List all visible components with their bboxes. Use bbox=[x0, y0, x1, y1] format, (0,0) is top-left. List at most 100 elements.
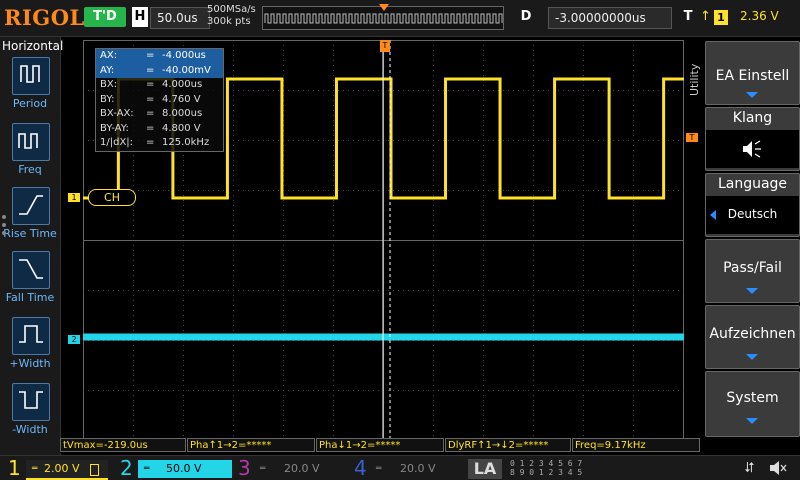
measurement-item[interactable]: DlyRF↑1→↓2=***** bbox=[445, 438, 571, 452]
trigger-level-marker[interactable]: T bbox=[686, 133, 698, 142]
pass-fail-label: Pass/Fail bbox=[723, 260, 782, 276]
overview-trigger-marker bbox=[379, 4, 389, 11]
la-bits-bottom: 8 9 0 1 2 3 4 5 bbox=[510, 468, 583, 477]
measurement-item[interactable]: tVmax=-219.0us bbox=[60, 438, 186, 452]
cursor-value: 125.0kHz bbox=[162, 137, 210, 148]
cursor-value: 4.760 V bbox=[162, 93, 201, 105]
language-value-box: Deutsch bbox=[706, 196, 799, 234]
negative-width-button[interactable] bbox=[12, 383, 50, 421]
panel-title: Horizontal bbox=[2, 39, 64, 53]
cursor-equals: = bbox=[146, 122, 155, 134]
speaker-icon bbox=[706, 130, 799, 168]
measurement-item[interactable]: Pha↑1→2=***** bbox=[187, 438, 315, 452]
frequency-label: Freq bbox=[18, 163, 42, 176]
cursor-row: BY: = 4.760 V bbox=[96, 93, 223, 108]
utility-softkey-panel: EA Einstell Klang Language Deutsch Pass/… bbox=[705, 37, 800, 457]
waveform-overview[interactable] bbox=[262, 4, 504, 30]
cursor-value: 4.000us bbox=[162, 79, 203, 90]
klang-label: Klang bbox=[732, 110, 773, 126]
fall-time-label: Fall Time bbox=[5, 291, 55, 304]
language-button[interactable]: Language Deutsch bbox=[705, 173, 800, 237]
logic-analyzer-button[interactable]: LA bbox=[468, 459, 502, 479]
ch4-scale-box[interactable]: ═ 20.0 V bbox=[370, 460, 464, 478]
cursor-key: BX: bbox=[100, 79, 118, 90]
ch2-number[interactable]: 2 bbox=[120, 456, 133, 480]
cursor-key: BY: bbox=[100, 93, 115, 105]
ch4-number[interactable]: 4 bbox=[354, 456, 367, 480]
oscilloscope-screen: RIGOL T'D H 50.0us 500MSa/s 300k pts D -… bbox=[0, 0, 800, 480]
top-status-bar: RIGOL T'D H 50.0us 500MSa/s 300k pts D -… bbox=[0, 0, 800, 37]
dc-coupling-icon: ═ bbox=[144, 464, 150, 474]
cursor-row: AX: = -4.000us bbox=[96, 49, 223, 64]
dc-coupling-icon: ═ bbox=[260, 464, 266, 474]
rise-time-icon bbox=[19, 195, 43, 215]
ch1-offset-marker[interactable]: 1 bbox=[68, 193, 80, 202]
system-button[interactable]: System bbox=[705, 371, 800, 437]
cursor-equals: = bbox=[146, 50, 155, 61]
usb-icon: ⮃ bbox=[744, 460, 756, 476]
pass-fail-button[interactable]: Pass/Fail bbox=[705, 239, 800, 303]
language-label: Language bbox=[717, 176, 788, 192]
ea-einstell-label: EA Einstell bbox=[715, 68, 790, 84]
negative-width-icon bbox=[19, 391, 43, 409]
trigger-position-marker[interactable]: T bbox=[380, 40, 390, 52]
timebase-key: H bbox=[132, 7, 148, 27]
aufzeichnen-button[interactable]: Aufzeichnen bbox=[705, 305, 800, 369]
measurement-item[interactable]: Freq=9.17kHz bbox=[572, 438, 700, 452]
timebase-value[interactable]: 50.0us bbox=[150, 7, 210, 29]
trigger-level[interactable]: 2.36 V bbox=[740, 9, 779, 23]
delay-key: D bbox=[518, 7, 534, 27]
ch3-scale: 20.0 V bbox=[284, 462, 320, 475]
positive-width-button[interactable] bbox=[12, 317, 50, 355]
klang-button[interactable]: Klang bbox=[705, 107, 800, 171]
cursor-row: 1/|dX|: = 125.0kHz bbox=[96, 136, 223, 151]
dc-coupling-icon: ═ bbox=[32, 464, 38, 474]
cursor-readout-table: AX: = -4.000us AY: = -40.00mV BX: = 4.000us BY: = 4… bbox=[95, 48, 224, 152]
positive-width-icon bbox=[19, 325, 43, 343]
sample-rate: 500MSa/s bbox=[207, 4, 256, 15]
horizontal-measure-panel: Horizontal Period Freq Rise Time Fall Time +… bbox=[0, 37, 64, 457]
ch3-number[interactable]: 3 bbox=[238, 456, 251, 480]
channel-status-bar: 1 ═ 2.00 V 2 ═ 50.0 V 3 ═ 20.0 V 4 ═ 20.… bbox=[0, 455, 800, 480]
rise-time-button[interactable] bbox=[12, 187, 50, 225]
page-indicator-dot bbox=[2, 215, 6, 219]
cursor-key: BX-AX: bbox=[100, 108, 134, 119]
period-button[interactable] bbox=[12, 57, 50, 95]
ch2-offset-marker[interactable]: 2 bbox=[68, 335, 80, 344]
chevron-down-icon bbox=[746, 418, 758, 424]
cursor-key: 1/|dX|: bbox=[100, 137, 134, 148]
brand-logo: RIGOL bbox=[4, 5, 85, 30]
rising-edge-icon: ↑ bbox=[700, 9, 711, 24]
ea-einstell-button[interactable]: EA Einstell bbox=[705, 41, 800, 105]
cursor-equals: = bbox=[146, 64, 155, 76]
cursor-value: 8.000us bbox=[162, 108, 203, 119]
system-label: System bbox=[726, 390, 779, 406]
page-indicator-dot bbox=[2, 231, 6, 235]
language-value: Deutsch bbox=[727, 207, 778, 221]
cursor-equals: = bbox=[146, 79, 155, 90]
chevron-down-icon bbox=[746, 288, 758, 294]
measurement-item[interactable]: Pha↓1→2=***** bbox=[316, 438, 444, 452]
fall-time-button[interactable] bbox=[12, 251, 50, 289]
frequency-button[interactable] bbox=[12, 123, 50, 161]
channel-tag: CH bbox=[88, 189, 136, 206]
cursor-value: -4.000us bbox=[162, 50, 206, 61]
ch2-scale-box[interactable]: ═ 50.0 V bbox=[138, 460, 232, 478]
negative-width-label: -Width bbox=[12, 423, 48, 436]
measurement-bar: tVmax=-219.0us Pha↑1→2=***** Pha↓1→2=***… bbox=[60, 438, 703, 453]
trigger-key: T bbox=[680, 7, 696, 27]
la-bits-top: 0 1 2 3 4 5 6 7 bbox=[510, 459, 583, 468]
chevron-down-icon bbox=[746, 92, 758, 98]
la-bit-indicator: 0 1 2 3 4 5 6 7 8 9 0 1 2 3 4 5 bbox=[510, 459, 582, 477]
cursor-key: BY-AY: bbox=[100, 122, 129, 134]
cursor-row: AY: = -40.00mV bbox=[96, 63, 223, 78]
trigger-status-badge: T'D bbox=[84, 7, 126, 27]
cursor-equals: = bbox=[146, 108, 155, 119]
ch3-scale-box[interactable]: ═ 20.0 V bbox=[254, 460, 348, 478]
ch1-scale-box[interactable]: ═ 2.00 V bbox=[26, 460, 108, 480]
cursor-equals: = bbox=[146, 93, 155, 105]
speaker-icon[interactable] bbox=[768, 460, 788, 480]
page-indicator-dot bbox=[2, 223, 6, 227]
ch1-number[interactable]: 1 bbox=[8, 456, 21, 480]
delay-value[interactable]: -3.00000000us bbox=[548, 7, 672, 29]
